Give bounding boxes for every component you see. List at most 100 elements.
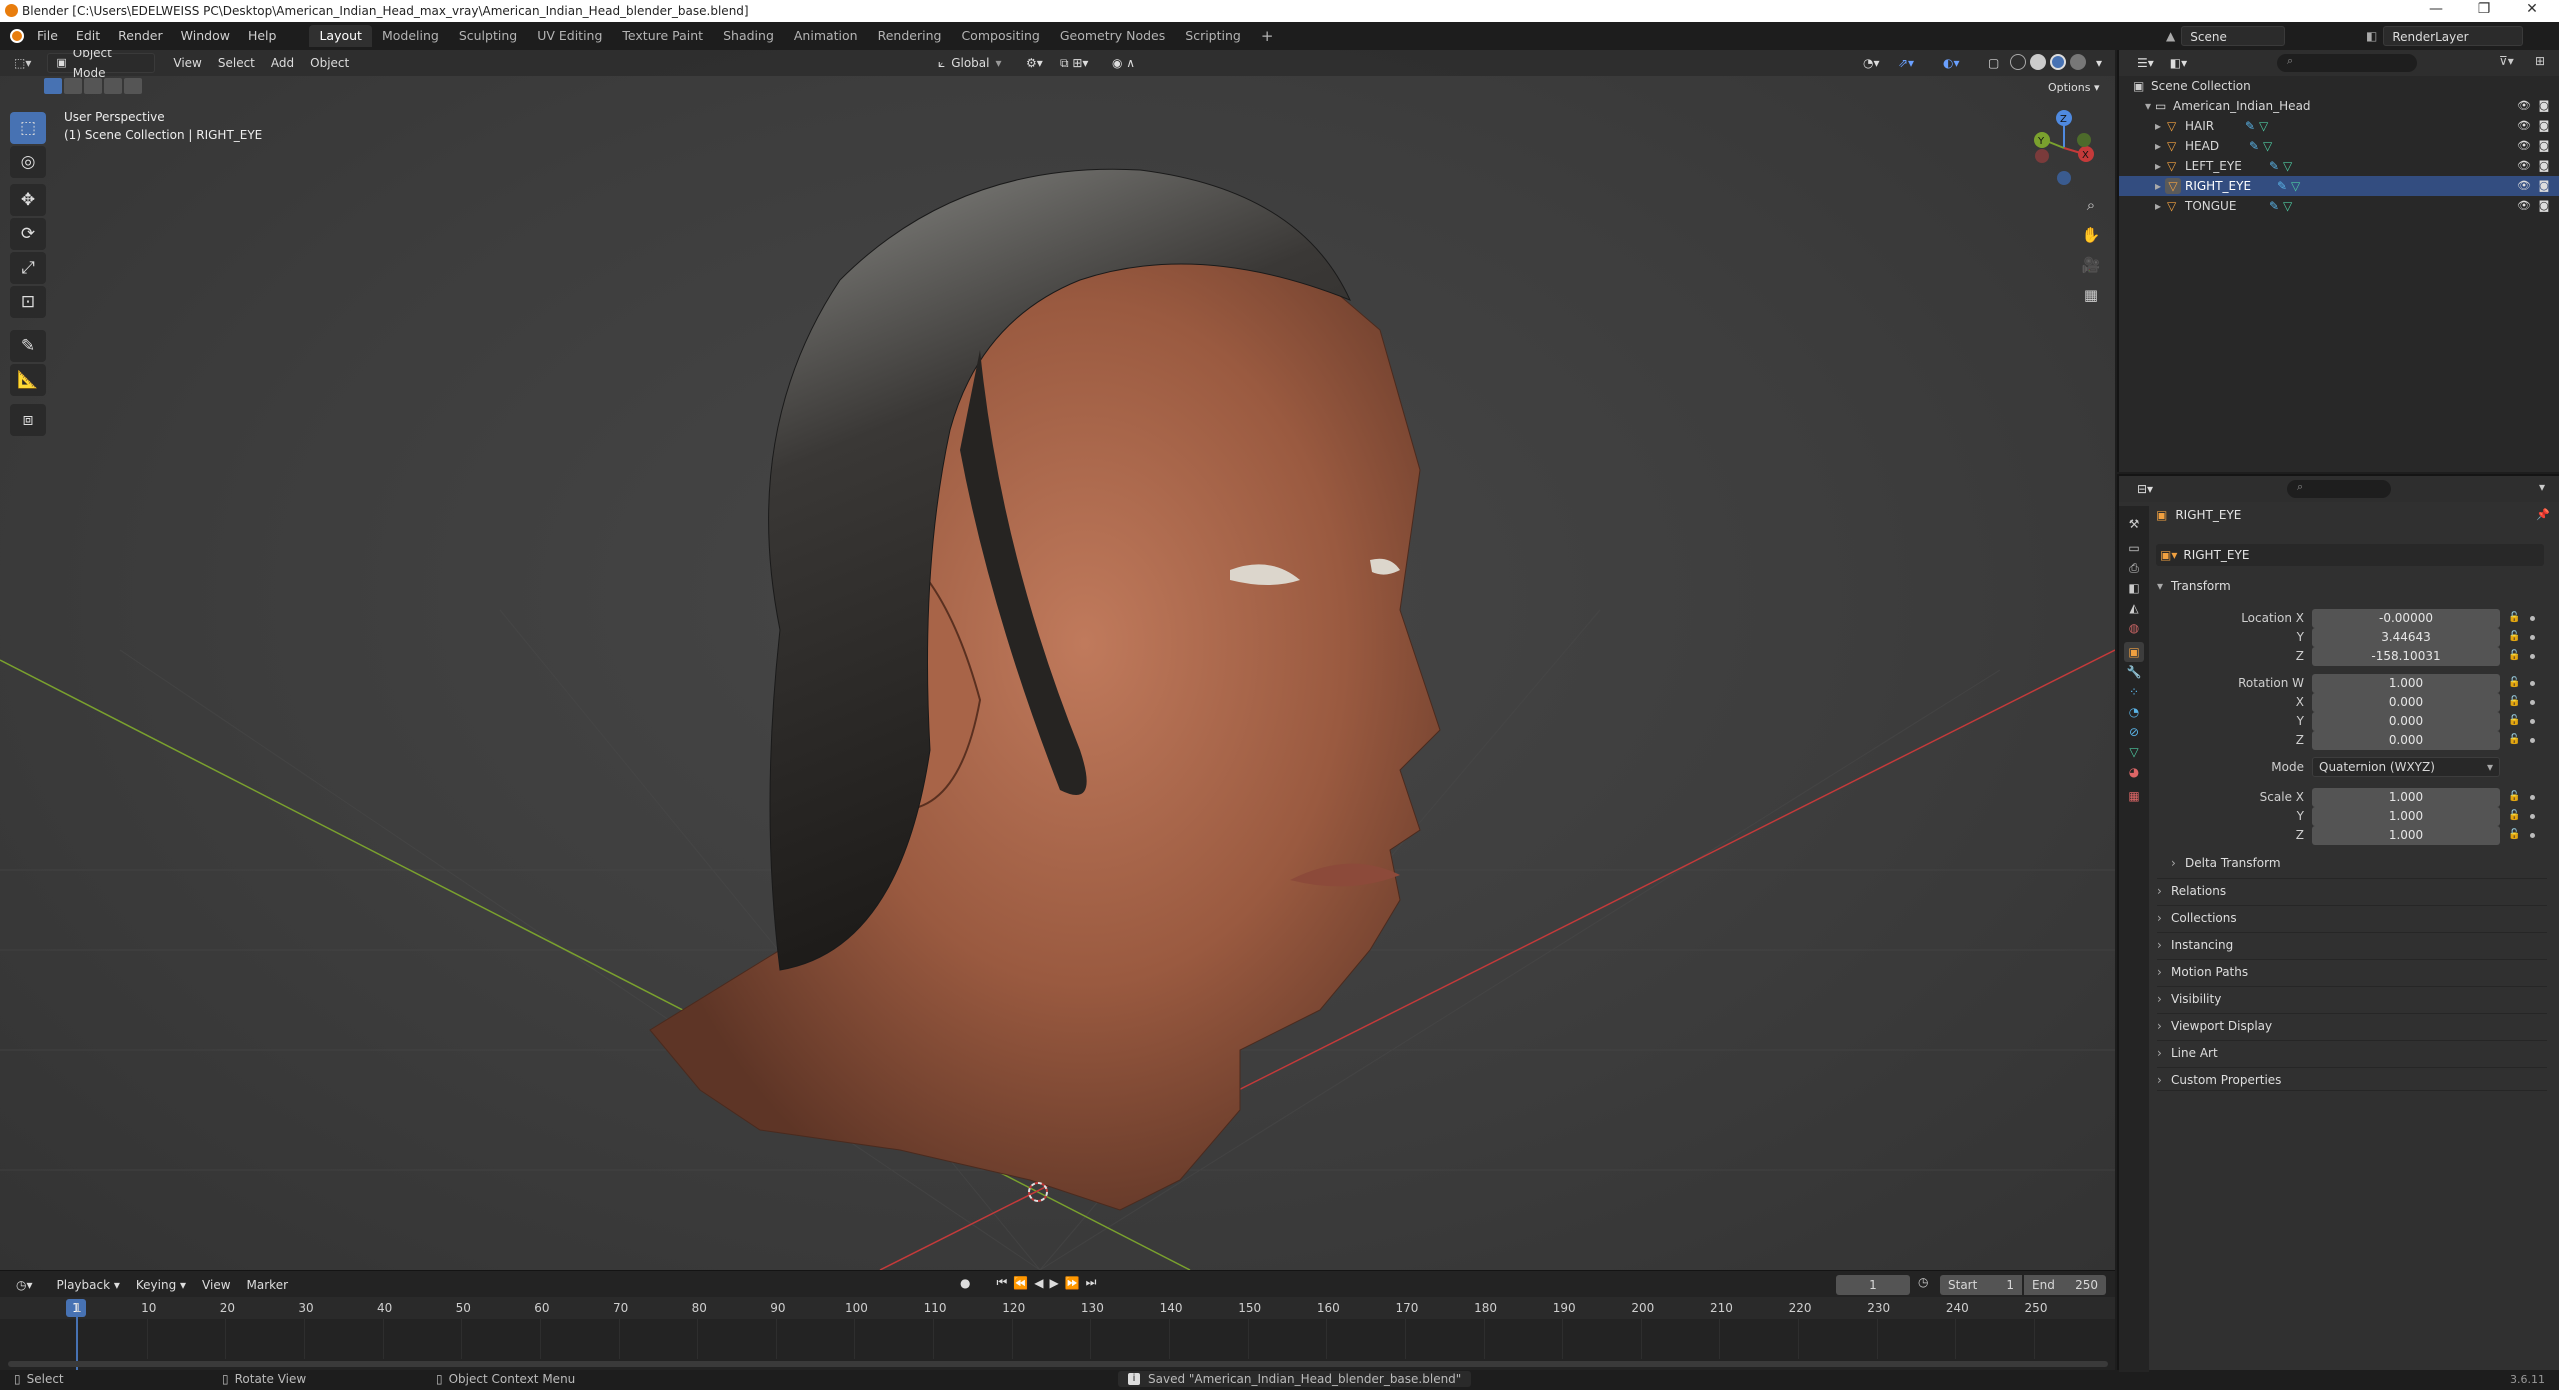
filter-icon[interactable]: ⊽▾	[2499, 54, 2514, 68]
keyframe-dot-icon[interactable]	[2530, 795, 2535, 800]
properties-search-input[interactable]: ⌕	[2287, 480, 2391, 498]
menu-edit[interactable]: Edit	[67, 22, 109, 50]
jump-keyframe-back-icon[interactable]: ⏪	[1013, 1276, 1028, 1290]
menu-playback[interactable]: Playback ▾	[49, 1275, 128, 1295]
menu-object[interactable]: Object	[302, 53, 357, 73]
lock-icon[interactable]: 🔓	[2508, 810, 2520, 821]
visibility-eye-icon[interactable]: 👁	[2517, 139, 2531, 153]
properties-editor-type-icon[interactable]: ⊟▾	[2129, 479, 2161, 499]
navigation-gizmo[interactable]: Z Y X	[2028, 108, 2098, 188]
select-box-tool[interactable]: ⬚	[10, 112, 46, 144]
rotation-mode-select[interactable]: Quaternion (WXYZ) ▾	[2312, 757, 2500, 777]
expand-right-icon[interactable]: ▸	[2155, 116, 2161, 136]
annotate-tool[interactable]: ✎	[10, 330, 46, 362]
outliner-object-hair[interactable]: ▸ ▽ HAIR ✎ ▽ 👁 ◙	[2119, 116, 2559, 136]
proportional-edit-icon[interactable]: ◉ ∧	[1104, 53, 1143, 73]
cursor-tool[interactable]: ◎	[10, 146, 46, 178]
wireframe-icon[interactable]	[2010, 54, 2026, 70]
outliner-scene-collection[interactable]: ▣ Scene Collection	[2119, 76, 2559, 96]
object-browse-icon[interactable]: ▣▾	[2160, 548, 2177, 562]
preview-range-icon[interactable]: ◷	[1918, 1275, 1928, 1289]
view-layer-selector[interactable]: RenderLayer	[2383, 26, 2524, 46]
lock-icon[interactable]: 🔓	[2508, 612, 2520, 623]
visibility-eye-icon[interactable]: 👁	[2517, 199, 2531, 213]
scale-y-field[interactable]: 1.000	[2312, 807, 2500, 826]
snap-icon[interactable]: ⧉ ⊞▾	[1052, 53, 1096, 73]
mode-selector[interactable]: ▣ Object Mode	[47, 50, 156, 80]
lock-icon[interactable]: 🔓	[2508, 650, 2520, 661]
display-mode-icon[interactable]: ◧▾	[2162, 53, 2195, 73]
render-camera-icon[interactable]: ◙	[2537, 119, 2551, 133]
rotation-y-field[interactable]: 0.000	[2312, 712, 2500, 731]
menu-timeline-view[interactable]: View	[194, 1275, 238, 1295]
expand-right-icon[interactable]: ▸	[2155, 136, 2161, 156]
rotate-tool[interactable]: ⟳	[10, 218, 46, 250]
rendered-icon[interactable]	[2070, 54, 2086, 70]
solid-icon[interactable]	[2030, 54, 2046, 70]
render-tab-icon[interactable]: ▭	[2124, 538, 2144, 558]
shading-options-icon[interactable]: ▾	[2088, 53, 2110, 73]
outliner-search-input[interactable]: ⌕	[2277, 54, 2417, 72]
3d-viewport[interactable]: ⬚▾ ▣ Object Mode View Select Add Object …	[0, 50, 2115, 1270]
end-frame-field[interactable]: End 250	[2024, 1275, 2106, 1295]
select-invert-icon[interactable]	[104, 78, 122, 94]
location-y-field[interactable]: 3.44643	[2312, 628, 2500, 647]
tab-texture-paint[interactable]: Texture Paint	[612, 25, 713, 47]
panel-viewport-display[interactable]: › Viewport Display	[2157, 1013, 2547, 1037]
lock-icon[interactable]: 🔓	[2508, 829, 2520, 840]
view-layer-tab-icon[interactable]: ◧	[2124, 578, 2144, 598]
physics-tab-icon[interactable]: ◔	[2124, 702, 2144, 722]
overlay-icon[interactable]: ◐▾	[1935, 53, 1968, 73]
render-camera-icon[interactable]: ◙	[2537, 179, 2551, 193]
material-tab-icon[interactable]: ◕	[2124, 762, 2144, 782]
tab-geometry-nodes[interactable]: Geometry Nodes	[1050, 25, 1175, 47]
menu-view[interactable]: View	[165, 53, 209, 73]
menu-file[interactable]: File	[28, 22, 67, 50]
tab-uv-editing[interactable]: UV Editing	[527, 25, 612, 47]
auto-keying-icon[interactable]: ●	[960, 1276, 970, 1290]
panel-custom-properties[interactable]: › Custom Properties	[2157, 1067, 2547, 1091]
panel-line-art[interactable]: › Line Art	[2157, 1040, 2547, 1064]
data-tab-icon[interactable]: ▽	[2124, 742, 2144, 762]
transform-orientation[interactable]: ⟀ Global ▾	[930, 53, 1010, 73]
tab-rendering[interactable]: Rendering	[868, 25, 952, 47]
outliner-object-right-eye[interactable]: ▸ ▽ RIGHT_EYE ✎ ▽ 👁 ◙	[2119, 176, 2559, 196]
editor-type-icon[interactable]: ⬚▾	[6, 53, 39, 73]
add-cube-tool[interactable]: ⧈	[10, 404, 46, 436]
keyframe-dot-icon[interactable]	[2530, 700, 2535, 705]
maximize-button[interactable]: ❐	[2461, 1, 2507, 21]
render-camera-icon[interactable]: ◙	[2537, 139, 2551, 153]
panel-collections[interactable]: › Collections	[2157, 905, 2547, 929]
pan-icon[interactable]: ✋	[2078, 222, 2104, 248]
outliner-editor[interactable]: ☰▾ ◧▾ ⌕ ⊽▾ ⊞ ▣ Scene Collection ▾ ▭ Amer…	[2117, 50, 2559, 472]
panel-instancing[interactable]: › Instancing	[2157, 932, 2547, 956]
xray-icon[interactable]: ▢	[1980, 53, 2007, 73]
tab-animation[interactable]: Animation	[784, 25, 868, 47]
visibility-icon[interactable]: ◔▾	[1855, 53, 1888, 73]
menu-marker[interactable]: Marker	[239, 1275, 296, 1295]
panel-relations[interactable]: › Relations	[2157, 878, 2547, 902]
constraints-tab-icon[interactable]: ⊘	[2124, 722, 2144, 742]
camera-view-icon[interactable]: 🎥	[2078, 252, 2104, 278]
tab-sculpting[interactable]: Sculpting	[449, 25, 527, 47]
rotation-w-field[interactable]: 1.000	[2312, 674, 2500, 693]
render-camera-icon[interactable]: ◙	[2537, 99, 2551, 113]
expand-right-icon[interactable]: ▸	[2155, 156, 2161, 176]
keyframe-dot-icon[interactable]	[2530, 833, 2535, 838]
menu-select[interactable]: Select	[210, 53, 263, 73]
move-tool[interactable]: ✥	[10, 184, 46, 216]
visibility-eye-icon[interactable]: 👁	[2517, 99, 2531, 113]
measure-tool[interactable]: 📐	[10, 364, 46, 396]
expand-right-icon[interactable]: ▸	[2155, 196, 2161, 216]
transform-tool[interactable]: ⊡	[10, 286, 46, 318]
outliner-editor-type-icon[interactable]: ☰▾	[2129, 53, 2162, 73]
lock-icon[interactable]: 🔓	[2508, 631, 2520, 642]
texture-tab-icon[interactable]: ▦	[2124, 786, 2144, 806]
outliner-object-left-eye[interactable]: ▸ ▽ LEFT_EYE ✎ ▽ 👁 ◙	[2119, 156, 2559, 176]
keyframe-dot-icon[interactable]	[2530, 635, 2535, 640]
menu-render[interactable]: Render	[109, 22, 172, 50]
outliner-object-head[interactable]: ▸ ▽ HEAD ✎ ▽ 👁 ◙	[2119, 136, 2559, 156]
select-intersect-icon[interactable]	[124, 78, 142, 94]
particles-tab-icon[interactable]: ⁘	[2124, 682, 2144, 702]
outliner-collection-row[interactable]: ▾ ▭ American_Indian_Head 👁 ◙	[2119, 96, 2559, 116]
